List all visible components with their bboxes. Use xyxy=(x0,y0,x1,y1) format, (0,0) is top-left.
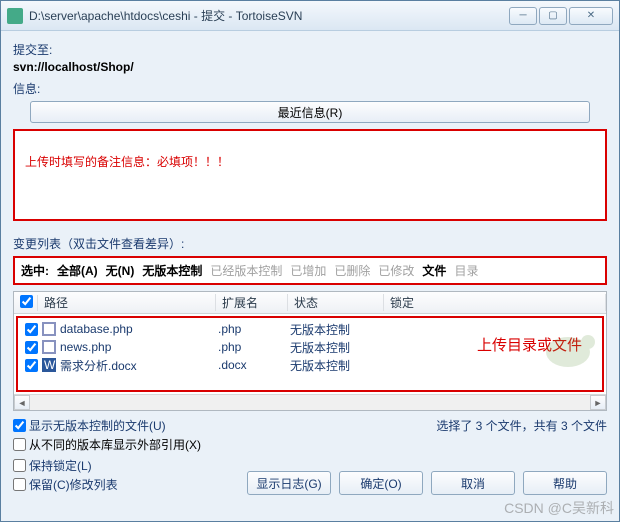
filter-dirs[interactable]: 目录 xyxy=(454,262,478,279)
row-ext: .php xyxy=(218,340,290,354)
tortoise-watermark-icon xyxy=(538,322,598,372)
filter-versioned[interactable]: 已经版本控制 xyxy=(210,262,282,279)
row-path: W需求分析.docx xyxy=(42,357,218,374)
row-checkbox[interactable] xyxy=(20,341,42,354)
row-path: news.php xyxy=(42,340,218,354)
cancel-button[interactable]: 取消 xyxy=(431,471,515,495)
app-icon xyxy=(7,8,23,24)
col-ext[interactable]: 扩展名 xyxy=(216,294,288,311)
commit-to-label: 提交至: xyxy=(13,41,607,58)
csdn-watermark: CSDN @C吴新科 xyxy=(504,498,614,518)
selection-status: 选择了 3 个文件，共有 3 个文件 xyxy=(436,417,607,434)
filter-modified[interactable]: 已修改 xyxy=(378,262,414,279)
show-unversioned-checkbox[interactable]: 显示无版本控制的文件(U) xyxy=(13,417,166,434)
file-list: 路径 扩展名 状态 锁定 database.php.php无版本控制news.p… xyxy=(13,291,607,411)
filter-deleted[interactable]: 已删除 xyxy=(334,262,370,279)
dialog-content: 提交至: svn://localhost/Shop/ 信息: 最近信息(R) 上… xyxy=(1,31,619,521)
row-ext: .docx xyxy=(218,358,290,372)
col-path[interactable]: 路径 xyxy=(38,294,216,311)
filter-selected-label: 选中: xyxy=(21,262,49,279)
keep-lock-checkbox[interactable]: 保持锁定(L) xyxy=(13,457,118,474)
scroll-right-icon[interactable]: ► xyxy=(590,395,606,410)
filter-unversioned[interactable]: 无版本控制 xyxy=(142,262,202,279)
titlebar[interactable]: D:\server\apache\htdocs\ceshi - 提交 - Tor… xyxy=(1,1,619,31)
recent-messages-button[interactable]: 最近信息(R) xyxy=(30,101,590,123)
row-checkbox[interactable] xyxy=(20,323,42,336)
filter-files[interactable]: 文件 xyxy=(422,262,446,279)
table-row[interactable]: W需求分析.docx.docx无版本控制 xyxy=(20,356,600,374)
col-check[interactable] xyxy=(14,295,38,311)
ok-button[interactable]: 确定(O) xyxy=(339,471,423,495)
show-externals-checkbox[interactable]: 从不同的版本库显示外部引用(X) xyxy=(13,436,607,453)
row-checkbox[interactable] xyxy=(20,359,42,372)
file-icon xyxy=(42,340,58,354)
filter-none[interactable]: 无(N) xyxy=(106,262,135,279)
commit-url: svn://localhost/Shop/ xyxy=(13,60,607,74)
help-button[interactable]: 帮助 xyxy=(523,471,607,495)
filter-added[interactable]: 已增加 xyxy=(290,262,326,279)
keep-changelist-checkbox[interactable]: 保留(C)修改列表 xyxy=(13,476,118,493)
table-header: 路径 扩展名 状态 锁定 xyxy=(14,292,606,314)
close-button[interactable]: ✕ xyxy=(569,7,613,25)
file-rows-box: database.php.php无版本控制news.php.php无版本控制W需… xyxy=(16,316,604,392)
row-status: 无版本控制 xyxy=(290,321,386,338)
filter-all[interactable]: 全部(A) xyxy=(57,262,98,279)
row-status: 无版本控制 xyxy=(290,339,386,356)
showlog-button[interactable]: 显示日志(G) xyxy=(247,471,331,495)
changelist-label: 变更列表（双击文件查看差异）: xyxy=(13,235,607,252)
message-annotation: 上传时填写的备注信息：必填项！！！ xyxy=(25,155,229,169)
file-icon: W xyxy=(42,358,58,372)
commit-message-box[interactable]: 上传时填写的备注信息：必填项！！！ xyxy=(13,129,607,221)
maximize-button[interactable]: ▢ xyxy=(539,7,567,25)
col-status[interactable]: 状态 xyxy=(288,294,384,311)
window-controls: ─ ▢ ✕ xyxy=(509,7,613,25)
scroll-left-icon[interactable]: ◄ xyxy=(14,395,30,410)
svg-text:W: W xyxy=(44,358,56,372)
minimize-button[interactable]: ─ xyxy=(509,7,537,25)
horizontal-scrollbar[interactable]: ◄ ► xyxy=(14,394,606,410)
select-all-checkbox[interactable] xyxy=(20,295,33,308)
col-lock[interactable]: 锁定 xyxy=(384,294,606,311)
commit-dialog: D:\server\apache\htdocs\ceshi - 提交 - Tor… xyxy=(0,0,620,522)
window-title: D:\server\apache\htdocs\ceshi - 提交 - Tor… xyxy=(29,7,509,24)
button-row: 保持锁定(L) 保留(C)修改列表 显示日志(G) 确定(O) 取消 帮助 xyxy=(13,457,607,495)
info-label: 信息: xyxy=(13,80,607,97)
file-icon xyxy=(42,322,58,336)
row-status: 无版本控制 xyxy=(290,357,386,374)
info-row: 显示无版本控制的文件(U) 选择了 3 个文件，共有 3 个文件 xyxy=(13,417,607,434)
filter-bar: 选中: 全部(A) 无(N) 无版本控制 已经版本控制 已增加 已删除 已修改 … xyxy=(13,256,607,285)
row-path: database.php xyxy=(42,322,218,336)
row-ext: .php xyxy=(218,322,290,336)
